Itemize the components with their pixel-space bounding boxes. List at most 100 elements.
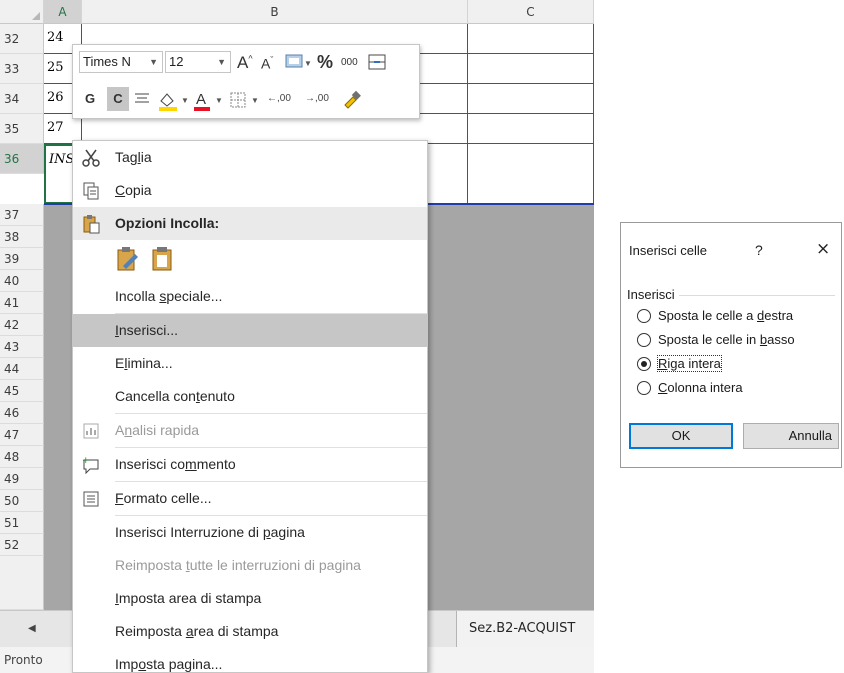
row-header[interactable]: 42 <box>0 314 44 336</box>
row-header[interactable]: 43 <box>0 336 44 358</box>
scroll-left-arrow-icon[interactable]: ◀ <box>28 623 36 634</box>
cell-c35[interactable] <box>468 114 594 144</box>
option-label: Sposta le celle in basso <box>658 332 795 347</box>
column-header-c[interactable]: C <box>468 0 594 24</box>
mini-toolbar: Times N ▼ 12 ▼ A^ Aˇ ▼ % 000 G C ▼ A ▼ ▼ … <box>72 44 420 119</box>
menu-item-label: Imposta area di stampa <box>115 590 262 606</box>
row-header[interactable]: 47 <box>0 424 44 446</box>
font-name-combo[interactable]: Times N ▼ <box>79 51 163 73</box>
option-label: Riga intera <box>657 355 722 372</box>
svg-text:▼: ▼ <box>181 96 189 105</box>
row-header[interactable]: 45 <box>0 380 44 402</box>
row-header[interactable]: 37 <box>0 204 44 226</box>
format-painter-icon[interactable] <box>341 89 363 114</box>
menu-item-paste-special[interactable]: Incolla speciale... <box>73 280 427 313</box>
menu-item-cut[interactable]: Taglia <box>73 141 427 174</box>
row-header[interactable]: 35 <box>0 114 44 144</box>
sheet-tab[interactable]: Sez.B2-ACQUIST <box>456 611 594 648</box>
align-center-icon[interactable] <box>133 90 151 111</box>
menu-section-paste-options: Opzioni Incolla: <box>73 207 427 240</box>
dialog-title: Inserisci celle <box>629 243 708 258</box>
thousands-separator-icon[interactable]: 000 <box>341 57 358 68</box>
row-header[interactable]: 38 <box>0 226 44 248</box>
chevron-down-icon[interactable]: ▼ <box>217 52 226 72</box>
font-size-value: 12 <box>169 54 184 69</box>
row-header[interactable]: 48 <box>0 446 44 468</box>
context-menu: Taglia Copia Opzioni Incolla: Incolla sp… <box>72 140 428 673</box>
row-header[interactable]: 51 <box>0 512 44 534</box>
cell-c32[interactable] <box>468 24 594 54</box>
row-header[interactable]: 52 <box>0 534 44 556</box>
menu-item-delete[interactable]: Elimina... <box>73 347 427 380</box>
menu-item-label: Cancella contenuto <box>115 388 235 404</box>
font-size-combo[interactable]: 12 ▼ <box>165 51 231 73</box>
cell-c34[interactable] <box>468 84 594 114</box>
row-header-filler <box>0 556 44 610</box>
row-header[interactable]: 32 <box>0 24 44 54</box>
menu-item-label: Inserisci... <box>115 322 179 338</box>
paste-formulas-icon[interactable] <box>115 246 141 276</box>
radio-button[interactable] <box>637 381 651 395</box>
menu-item-clear-contents[interactable]: Cancella contenuto <box>73 380 427 413</box>
row-header[interactable]: 41 <box>0 292 44 314</box>
percent-style-icon[interactable]: % <box>317 52 333 73</box>
row-header[interactable]: 46 <box>0 402 44 424</box>
row-header[interactable]: 44 <box>0 358 44 380</box>
close-icon[interactable]: × <box>816 239 830 259</box>
increase-decimal-icon[interactable]: ←,00 <box>267 93 291 104</box>
help-button[interactable]: ? <box>755 242 763 258</box>
cell-c36[interactable] <box>468 144 594 204</box>
insert-cells-dialog: Inserisci celle ? × Inserisci Sposta le … <box>620 222 842 468</box>
option-label: Colonna intera <box>658 380 743 395</box>
copy-icon <box>81 181 101 201</box>
radio-button-checked[interactable] <box>637 357 651 371</box>
menu-item-insert[interactable]: Inserisci... <box>73 314 427 347</box>
scissors-icon <box>81 148 101 168</box>
menu-item-clear-print-area[interactable]: Reimposta area di stampa <box>73 615 427 648</box>
menu-item-label: Reimposta tutte le interruzioni di pagin… <box>115 557 361 573</box>
decrease-font-icon[interactable]: Aˇ <box>261 55 273 72</box>
merge-center-icon[interactable] <box>367 52 387 75</box>
radio-button[interactable] <box>637 309 651 323</box>
row-header[interactable]: 39 <box>0 248 44 270</box>
italic-button[interactable]: C <box>107 87 129 111</box>
borders-icon[interactable]: ▼ <box>229 90 263 113</box>
row-header[interactable]: 36 <box>0 144 44 174</box>
menu-item-copy[interactable]: Copia <box>73 174 427 207</box>
column-header-a[interactable]: A <box>44 0 82 24</box>
paste-options-row <box>73 240 427 280</box>
menu-item-label: Taglia <box>115 149 152 165</box>
row-header[interactable]: 50 <box>0 490 44 512</box>
menu-item-quick-analysis[interactable]: Analisi rapida <box>73 414 427 447</box>
paste-icon[interactable] <box>149 246 175 276</box>
radio-button[interactable] <box>637 333 651 347</box>
cancel-button[interactable]: Annulla <box>743 423 839 449</box>
group-label: Inserisci <box>627 287 675 302</box>
fill-color-icon[interactable]: ▼ <box>157 89 193 114</box>
row-header[interactable]: 33 <box>0 54 44 84</box>
row-header[interactable]: 49 <box>0 468 44 490</box>
bold-button[interactable]: G <box>79 87 101 111</box>
menu-item-reset-page-breaks[interactable]: Reimposta tutte le interruzioni di pagin… <box>73 549 427 582</box>
row-header[interactable]: 40 <box>0 270 44 292</box>
ok-button[interactable]: OK <box>629 423 733 449</box>
chevron-down-icon[interactable]: ▼ <box>149 52 158 72</box>
menu-item-insert-comment[interactable]: + Inserisci commento <box>73 448 427 481</box>
cell-c33[interactable] <box>468 54 594 84</box>
comment-icon: + <box>81 455 101 475</box>
row-header[interactable]: 34 <box>0 84 44 114</box>
font-color-icon[interactable]: A ▼ <box>193 89 227 114</box>
menu-item-insert-page-break[interactable]: Inserisci Interruzione di pagina <box>73 516 427 549</box>
decrease-decimal-icon[interactable]: →,00 <box>305 93 329 104</box>
option-label: Sposta le celle a destra <box>658 308 794 323</box>
format-cells-icon <box>81 489 101 509</box>
cell-style-icon[interactable]: ▼ <box>285 52 312 75</box>
paste-icon <box>81 214 101 234</box>
increase-font-icon[interactable]: A^ <box>237 53 253 73</box>
select-all-corner[interactable] <box>0 0 44 24</box>
menu-item-page-setup[interactable]: Imposta pagina... <box>73 648 427 672</box>
status-text: Pronto <box>4 653 43 667</box>
column-header-b[interactable]: B <box>82 0 468 24</box>
menu-item-set-print-area[interactable]: Imposta area di stampa <box>73 582 427 615</box>
menu-item-format-cells[interactable]: Formato celle... <box>73 482 427 515</box>
